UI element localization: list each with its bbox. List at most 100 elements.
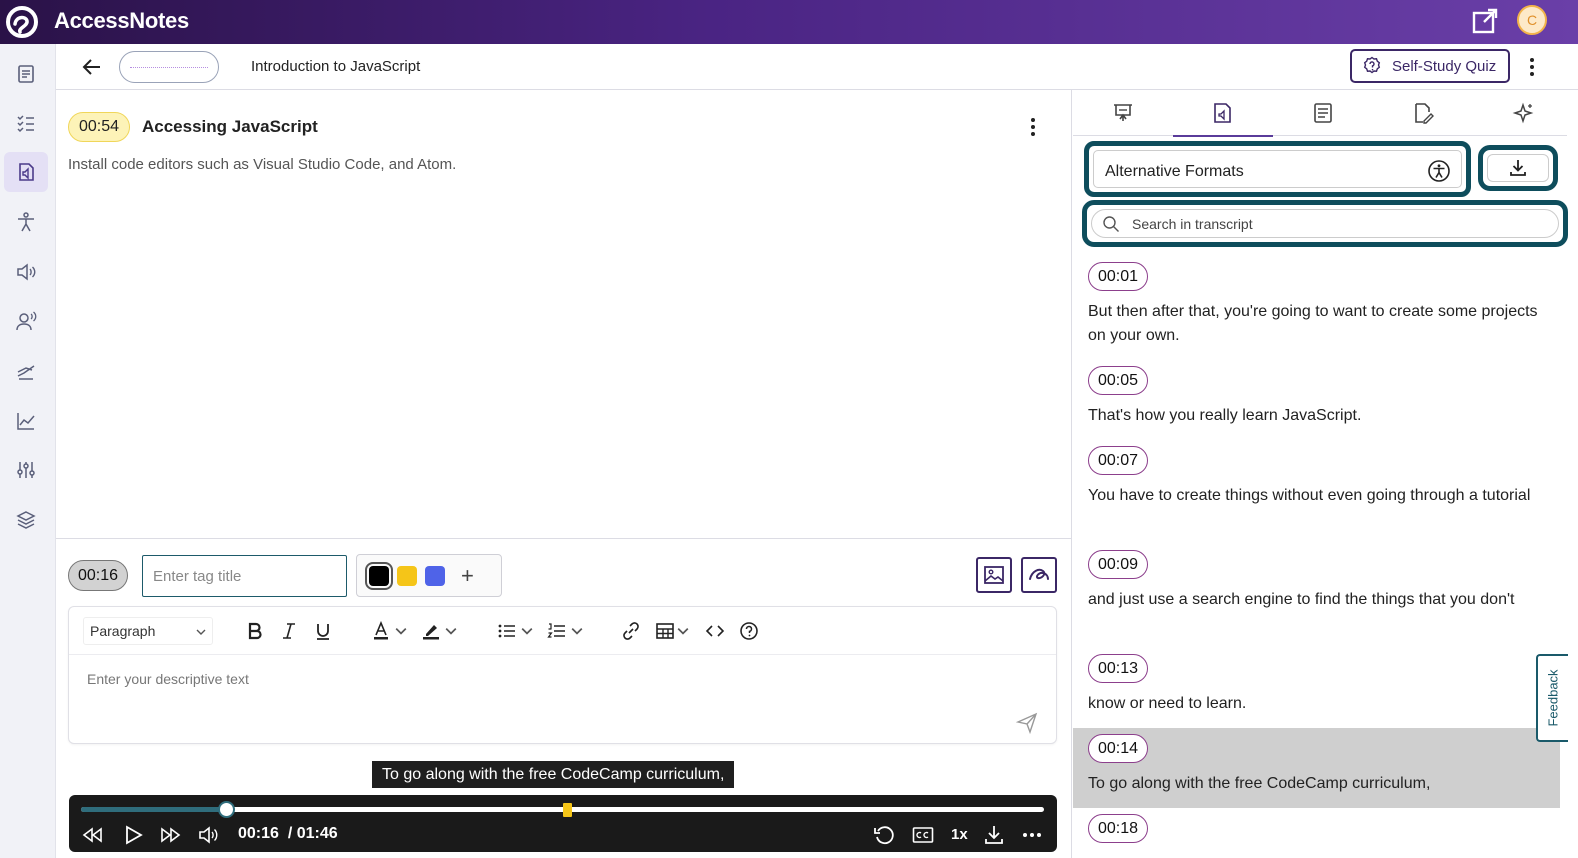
editor-placeholder[interactable]: Enter your descriptive text	[87, 671, 249, 687]
quiz-icon	[1363, 56, 1381, 74]
color-swatch-black[interactable]	[365, 561, 393, 590]
italic-button[interactable]	[279, 619, 299, 643]
presentation-icon	[1114, 104, 1132, 121]
volume-icon[interactable]	[198, 824, 220, 846]
self-study-quiz-button[interactable]: Self-Study Quiz	[1350, 49, 1510, 83]
tab-transcript[interactable]	[1173, 90, 1273, 137]
tab-notes[interactable]	[1273, 90, 1373, 136]
color-swatch-yellow[interactable]	[397, 565, 417, 586]
tag-title-input[interactable]	[142, 555, 347, 597]
transcript-timestamp[interactable]: 00:13	[1088, 654, 1149, 683]
numbered-list-icon	[547, 623, 565, 638]
insert-image-button[interactable]	[976, 557, 1012, 593]
app-logo-icon	[6, 6, 38, 38]
rewind-icon[interactable]	[81, 824, 103, 846]
draw-button[interactable]	[1021, 557, 1057, 593]
transcript-search-field	[1091, 209, 1559, 238]
feedback-tab[interactable]: Feedback	[1536, 654, 1568, 742]
chevron-down-icon	[196, 629, 206, 635]
back-arrow-icon[interactable]	[80, 55, 104, 79]
note-timestamp[interactable]: 00:54	[68, 112, 131, 142]
transcript-timestamp[interactable]: 00:07	[1088, 446, 1149, 475]
link-button[interactable]	[621, 619, 641, 643]
transcript-item[interactable]: 00:13 know or need to learn.	[1073, 648, 1560, 728]
notes-icon[interactable]	[4, 54, 48, 94]
transcript-item[interactable]: 00:18	[1073, 808, 1560, 853]
transcript-text: But then after that, you're going to wan…	[1088, 303, 1538, 344]
download-icon	[1510, 160, 1526, 176]
video-player: 00:16 / 01:46 1x	[69, 795, 1057, 852]
help-icon	[740, 622, 758, 640]
seek-progress	[81, 807, 227, 812]
bullet-list-button[interactable]	[497, 619, 533, 643]
layers-icon[interactable]	[4, 500, 48, 540]
speaker-icon[interactable]	[4, 252, 48, 292]
underline-icon	[317, 624, 329, 640]
transcript-timestamp[interactable]: 00:05	[1088, 366, 1149, 395]
tab-presentation[interactable]	[1073, 90, 1173, 136]
settings-sliders-icon[interactable]	[4, 450, 48, 490]
study-icon[interactable]	[4, 351, 48, 391]
tab-edit-document[interactable]	[1373, 90, 1473, 136]
accessibility-icon[interactable]	[4, 202, 48, 242]
transcript-item[interactable]: 00:05 That's how you really learn JavaScr…	[1073, 360, 1560, 440]
editor-toolbar: Paragraph	[69, 607, 1056, 655]
checklist-icon[interactable]	[4, 103, 48, 143]
playback-speed[interactable]: 1x	[951, 826, 968, 843]
voice-icon[interactable]	[4, 301, 48, 341]
text-color-icon	[374, 621, 388, 640]
link-icon	[623, 622, 639, 640]
sparkle-icon	[1512, 102, 1534, 124]
underline-button[interactable]	[313, 619, 333, 643]
table-button[interactable]	[655, 619, 689, 643]
app-title: AccessNotes	[54, 8, 189, 33]
avatar[interactable]: C	[1517, 5, 1547, 35]
seek-bar[interactable]	[81, 801, 1044, 818]
chevron-down-icon	[395, 628, 407, 635]
play-icon[interactable]	[122, 824, 144, 846]
bold-button[interactable]	[245, 619, 265, 643]
transcript-timestamp[interactable]: 00:01	[1088, 262, 1149, 291]
more-options-icon[interactable]	[1021, 824, 1043, 846]
transcript-item[interactable]: 00:01 But then after that, you're going t…	[1073, 256, 1560, 360]
transcript-item[interactable]: 00:09 and just use a search engine to fin…	[1073, 544, 1560, 648]
transcript-item[interactable]: 00:07 You have to create things without e…	[1073, 440, 1560, 544]
send-icon[interactable]	[1015, 711, 1039, 735]
progress-pill[interactable]	[119, 51, 219, 83]
audio-notes-icon[interactable]	[4, 152, 48, 192]
add-color-icon[interactable]: +	[461, 564, 474, 586]
fast-forward-icon[interactable]	[160, 824, 182, 846]
search-input[interactable]	[1132, 212, 1512, 236]
transcript-timestamp[interactable]: 00:18	[1088, 814, 1149, 843]
text-color-button[interactable]	[371, 619, 407, 643]
transcript-timestamp[interactable]: 00:14	[1088, 734, 1149, 763]
draw-scribble-icon	[1029, 568, 1049, 580]
highlight-button[interactable]	[421, 619, 457, 643]
more-options-icon[interactable]	[1522, 56, 1542, 78]
numbered-list-button[interactable]	[547, 619, 583, 643]
transcript-timestamp[interactable]: 00:09	[1088, 550, 1149, 579]
alternative-formats-select[interactable]: Alternative Formats	[1084, 141, 1471, 197]
tag-marker[interactable]	[563, 803, 573, 817]
replay-icon[interactable]	[873, 824, 895, 846]
current-time: 00:16	[238, 825, 279, 842]
code-button[interactable]	[705, 619, 725, 643]
color-swatch-blue[interactable]	[425, 565, 445, 586]
search-icon	[1103, 216, 1119, 232]
help-button[interactable]	[739, 619, 759, 643]
transcript-item[interactable]: 00:14 To go along with the free CodeCamp …	[1073, 728, 1560, 808]
feedback-label: Feedback	[1545, 669, 1561, 727]
open-external-icon[interactable]	[1470, 6, 1500, 36]
tag-timestamp[interactable]: 00:16	[68, 560, 129, 591]
note-more-icon[interactable]	[1024, 116, 1042, 138]
table-icon	[656, 623, 674, 639]
edit-document-icon	[1415, 103, 1434, 124]
download-icon[interactable]	[983, 824, 1005, 846]
panel-tabs	[1073, 90, 1567, 137]
closed-captions-icon[interactable]	[912, 824, 934, 846]
analytics-icon[interactable]	[4, 401, 48, 441]
download-transcript-button[interactable]	[1478, 145, 1558, 191]
seek-handle[interactable]	[218, 801, 236, 818]
tab-ai-sparkle[interactable]	[1473, 90, 1573, 136]
block-type-select[interactable]: Paragraph	[83, 617, 213, 645]
